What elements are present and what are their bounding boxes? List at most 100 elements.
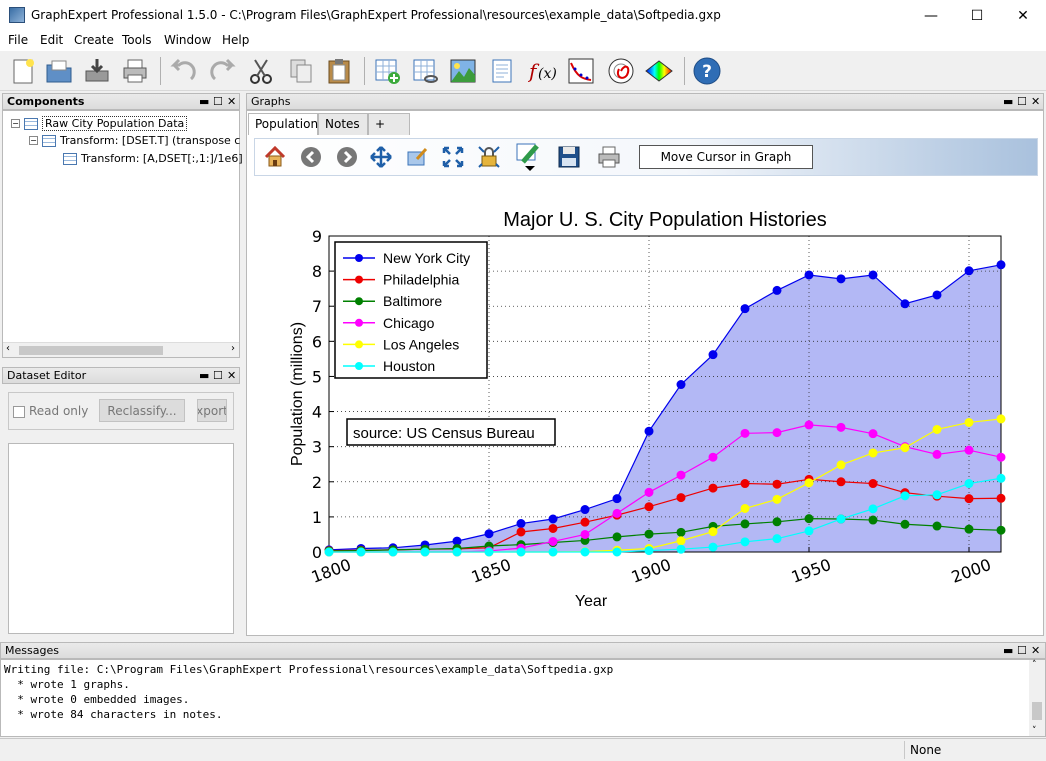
close-button[interactable]: ✕ <box>1000 0 1046 31</box>
data-point <box>708 452 718 462</box>
help-icon[interactable]: ? <box>690 54 724 88</box>
scroll-up-icon[interactable]: ˄ <box>1032 660 1037 670</box>
minimize-button[interactable]: — <box>908 0 954 31</box>
panel-close-icon[interactable]: ✕ <box>227 94 236 109</box>
menu-bar: File Edit Create Tools Window Help <box>0 31 1046 51</box>
data-point <box>452 547 462 557</box>
panel-close-icon[interactable]: ✕ <box>227 368 236 383</box>
read-only-checkbox[interactable]: Read only <box>13 404 88 418</box>
copy-icon[interactable] <box>284 54 318 88</box>
new-graph-icon[interactable] <box>446 54 480 88</box>
menu-file[interactable]: File <box>8 33 28 47</box>
scroll-left-icon[interactable]: ‹ <box>6 343 10 354</box>
pan-icon[interactable] <box>367 143 395 171</box>
surface-3d-icon[interactable] <box>642 54 676 88</box>
function-icon[interactable]: f (x) <box>526 54 560 88</box>
menu-edit[interactable]: Edit <box>40 33 63 47</box>
dataset-icon <box>24 117 38 130</box>
y-axis-label: Population (millions) <box>289 322 306 466</box>
y-tick-label: 4 <box>312 403 322 422</box>
undo-icon[interactable] <box>166 54 200 88</box>
menu-help[interactable]: Help <box>222 33 249 47</box>
panel-minimize-icon[interactable]: ▬ <box>1003 643 1013 658</box>
back-arrow-icon[interactable] <box>297 143 325 171</box>
panel-minimize-icon[interactable]: ▬ <box>1003 94 1013 109</box>
tab-population[interactable]: Population <box>248 113 318 135</box>
save-disk-icon[interactable] <box>555 143 583 171</box>
data-point <box>644 502 654 512</box>
data-point <box>868 429 878 439</box>
scrollbar-thumb[interactable] <box>19 346 163 355</box>
open-folder-icon[interactable] <box>42 54 76 88</box>
dataset-editor-area[interactable] <box>8 443 234 634</box>
forward-arrow-icon[interactable] <box>333 143 361 171</box>
menu-tools[interactable]: Tools <box>122 33 152 47</box>
export-button[interactable]: xport <box>197 399 227 422</box>
link-dataset-icon[interactable] <box>408 54 442 88</box>
menu-window[interactable]: Window <box>164 33 211 47</box>
scroll-right-icon[interactable]: › <box>231 343 235 354</box>
reclassify-button[interactable]: Reclassify... <box>99 399 185 422</box>
data-point <box>612 508 622 518</box>
new-file-icon[interactable] <box>6 54 40 88</box>
data-point <box>580 517 590 527</box>
panel-minimize-icon[interactable]: ▬ <box>199 368 209 383</box>
tab-notes[interactable]: Notes <box>318 113 368 135</box>
components-hscrollbar[interactable]: ‹ › <box>3 342 239 357</box>
edit-properties-icon[interactable] <box>403 143 431 171</box>
zoom-fit-icon[interactable] <box>439 143 467 171</box>
scrollbar-thumb[interactable] <box>1032 702 1042 720</box>
polar-plot-icon[interactable] <box>604 54 638 88</box>
data-point <box>868 479 878 489</box>
data-point <box>836 477 846 487</box>
svg-text:?: ? <box>702 62 712 82</box>
tree-item-transform-2[interactable]: Transform: [A,DSET[:,1:]/1e6] <box>63 152 243 165</box>
x-axis-label: Year <box>575 593 608 610</box>
tree-item-transform-1[interactable]: − Transform: [DSET.T] (transpose c <box>29 134 240 147</box>
data-point <box>804 420 814 430</box>
panel-float-icon[interactable]: ☐ <box>1017 94 1027 109</box>
population-chart[interactable]: 01234567891800 1850 1900 1950 2000Major U. S… <box>254 180 1038 632</box>
cut-icon[interactable] <box>244 54 278 88</box>
panel-close-icon[interactable]: ✕ <box>1031 643 1040 658</box>
read-only-label: Read only <box>29 404 89 418</box>
panel-minimize-icon[interactable]: ▬ <box>199 94 209 109</box>
tree-item-label: Transform: [A,DSET[:,1:]/1e6] <box>81 152 243 165</box>
save-download-icon[interactable] <box>80 54 114 88</box>
x-tick-label: 1850 <box>469 555 514 587</box>
home-icon[interactable] <box>261 143 289 171</box>
print-icon[interactable] <box>118 54 152 88</box>
graph-toolbar: Move Cursor in Graph <box>254 138 1038 176</box>
panel-float-icon[interactable]: ☐ <box>1017 643 1027 658</box>
redo-icon[interactable] <box>206 54 240 88</box>
data-point <box>996 493 1006 503</box>
data-point <box>772 494 782 504</box>
menu-create[interactable]: Create <box>74 33 114 47</box>
panel-float-icon[interactable]: ☐ <box>213 368 223 383</box>
collapse-icon[interactable]: − <box>11 119 20 128</box>
data-point <box>708 483 718 493</box>
lock-axes-icon[interactable] <box>475 143 503 171</box>
data-point <box>996 414 1006 424</box>
data-point <box>580 505 590 515</box>
scroll-down-icon[interactable]: ˅ <box>1032 726 1037 736</box>
new-dataset-icon[interactable] <box>370 54 404 88</box>
panel-float-icon[interactable]: ☐ <box>213 94 223 109</box>
data-point <box>516 527 526 537</box>
panel-close-icon[interactable]: ✕ <box>1031 94 1040 109</box>
dataset-editor-controls: Read only Reclassify... xport <box>8 392 234 430</box>
tab-add[interactable]: + <box>368 113 410 135</box>
plot-style-dropdown-icon[interactable] <box>513 143 547 171</box>
status-text: None <box>910 743 942 757</box>
messages-vscrollbar[interactable]: ˄ ˅ <box>1029 660 1045 736</box>
new-notes-icon[interactable] <box>486 54 520 88</box>
paste-icon[interactable] <box>322 54 356 88</box>
data-point <box>644 487 654 497</box>
maximize-button[interactable]: ☐ <box>954 0 1000 31</box>
collapse-icon[interactable]: − <box>29 136 38 145</box>
tree-item-raw-data[interactable]: − Raw City Population Data <box>11 116 188 131</box>
print-graph-icon[interactable] <box>595 143 623 171</box>
data-point <box>676 536 686 546</box>
curve-fit-icon[interactable] <box>564 54 598 88</box>
checkbox-icon[interactable] <box>13 405 25 418</box>
